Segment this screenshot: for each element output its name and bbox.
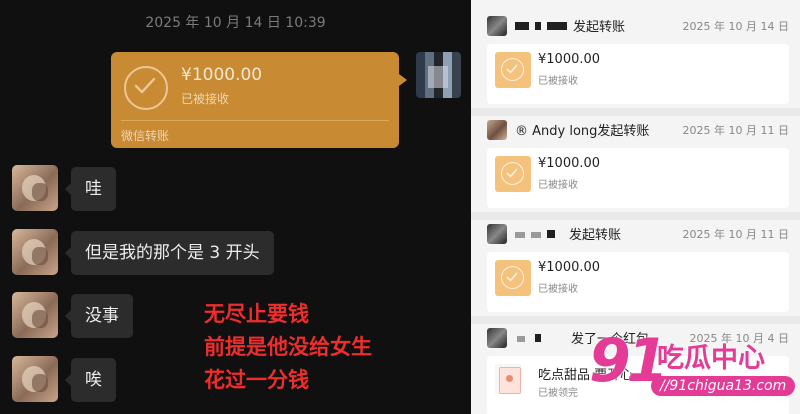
red-packet-icon [495, 364, 521, 394]
history-record[interactable]: ® Andy long发起转账 2025 年 10 月 11 日 ¥1000.0… [487, 118, 789, 208]
contact-avatar [487, 224, 507, 244]
transfer-icon [495, 52, 531, 88]
history-record[interactable]: 发起转账 2025 年 10 月 14 日 ¥1000.00 已被接收 [487, 14, 789, 104]
record-title: 发起转账 [573, 20, 626, 35]
self-avatar[interactable] [416, 52, 461, 98]
caption-line: 前提是他没给女生 [204, 335, 372, 359]
site-watermark: 91 吃瓜中心 //91chigua13.com [589, 326, 800, 414]
record-date: 2025 年 10 月 14 日 [682, 20, 789, 33]
record-amount: ¥1000.00 [538, 52, 601, 67]
record-header: 发起转账 2025 年 10 月 11 日 [487, 222, 789, 252]
record-date: 2025 年 10 月 11 日 [682, 228, 789, 241]
message-bubble[interactable]: 唉 [65, 358, 116, 402]
record-status: 已被接收 [538, 284, 578, 295]
contact-avatar[interactable] [12, 292, 58, 338]
record-transfer-card[interactable]: ¥1000.00 已被接收 [487, 44, 789, 104]
record-amount: ¥1000.00 [538, 156, 601, 171]
caption-line: 无尽止要钱 [204, 302, 309, 326]
chat-timestamp: 2025 年 10 月 14 日 10:39 [145, 15, 326, 31]
contact-avatar [487, 328, 507, 348]
caption-overlay: 无尽止要钱 前提是他没给女生 花过一分钱 [204, 298, 372, 397]
transfer-label: 微信转账 [121, 129, 170, 143]
contact-avatar[interactable] [12, 229, 58, 275]
record-transfer-card[interactable]: ¥1000.00 已被接收 [487, 148, 789, 208]
contact-avatar[interactable] [12, 356, 58, 402]
record-title: ® Andy long发起转账 [515, 124, 650, 139]
record-separator [471, 108, 800, 116]
record-header: 发起转账 2025 年 10 月 14 日 [487, 14, 789, 44]
record-status: 已被接收 [538, 180, 578, 191]
record-header: ® Andy long发起转账 2025 年 10 月 11 日 [487, 118, 789, 148]
record-status: 已被领完 [538, 388, 578, 399]
history-record[interactable]: 发起转账 2025 年 10 月 11 日 ¥1000.00 已被接收 [487, 222, 789, 312]
message-bubble[interactable]: 但是我的那个是 3 开头 [65, 231, 274, 275]
contact-avatar[interactable] [12, 165, 58, 211]
transfer-message[interactable]: ¥1000.00 已被接收 微信转账 [111, 52, 407, 148]
watermark-text: 吃瓜中心 [657, 343, 765, 374]
transfer-status: 已被接收 [181, 92, 230, 106]
watermark-url: //91chigua13.com [651, 376, 796, 396]
record-separator [471, 212, 800, 220]
message-bubble[interactable]: 没事 [65, 294, 133, 338]
chat-panel: 2025 年 10 月 14 日 10:39 ¥1000.00 已被接收 微信转… [0, 0, 471, 414]
record-amount: ¥1000.00 [538, 260, 601, 275]
record-status: 已被接收 [538, 76, 578, 87]
record-date: 2025 年 10 月 11 日 [682, 124, 789, 137]
record-title: 发起转账 [569, 228, 622, 243]
contact-avatar [487, 16, 507, 36]
check-circle-icon [124, 66, 168, 110]
transfer-divider [121, 120, 389, 121]
record-separator [471, 316, 800, 324]
record-transfer-card[interactable]: ¥1000.00 已被接收 [487, 252, 789, 312]
transfer-amount: ¥1000.00 [181, 65, 263, 85]
caption-line: 花过一分钱 [204, 368, 309, 392]
message-bubble[interactable]: 哇 [65, 167, 116, 211]
transfer-icon [495, 260, 531, 296]
transfer-icon [495, 156, 531, 192]
contact-avatar [487, 120, 507, 140]
